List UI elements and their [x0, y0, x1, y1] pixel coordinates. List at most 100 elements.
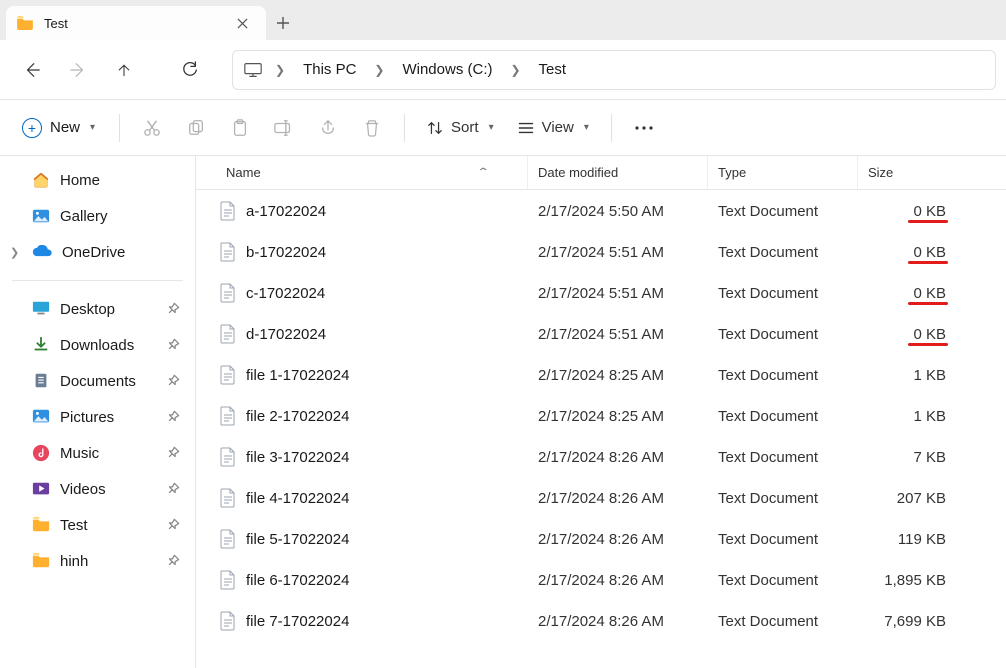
table-row[interactable]: file 7-170220242/17/2024 8:26 AMText Doc…: [196, 600, 1006, 641]
cut-button[interactable]: [132, 108, 172, 148]
chevron-right-icon[interactable]: ❯: [10, 246, 19, 259]
desktop-icon: [32, 300, 50, 318]
sidebar-item-documents[interactable]: Documents: [4, 363, 191, 399]
rename-button[interactable]: [264, 108, 304, 148]
sidebar-item-pictures[interactable]: Pictures: [4, 399, 191, 435]
annotation-underline: [908, 302, 948, 305]
table-row[interactable]: file 5-170220242/17/2024 8:26 AMText Doc…: [196, 518, 1006, 559]
file-name: file 5-17022024: [246, 531, 349, 548]
breadcrumb-test[interactable]: Test: [533, 57, 573, 82]
paste-button[interactable]: [220, 108, 260, 148]
column-name-label: Name: [226, 165, 261, 180]
column-size[interactable]: Size: [858, 156, 954, 189]
back-button[interactable]: [12, 50, 52, 90]
sidebar-item-test[interactable]: Test: [4, 507, 191, 543]
sidebar-item-label: Downloads: [60, 337, 134, 354]
documents-icon: [32, 372, 50, 390]
forward-button[interactable]: [58, 50, 98, 90]
sidebar-item-label: OneDrive: [62, 244, 125, 261]
file-list: Name ⌃ Date modified Type Size a-1702202…: [196, 156, 1006, 668]
tab-bar: Test: [0, 0, 1006, 40]
file-size: 119 KB: [858, 531, 954, 548]
annotation-underline: [908, 220, 948, 223]
downloads-icon: [32, 336, 50, 354]
sort-button[interactable]: Sort ▾: [417, 113, 504, 142]
sidebar-item-gallery[interactable]: Gallery: [4, 198, 191, 234]
pin-icon: [165, 409, 182, 426]
breadcrumb-this-pc[interactable]: This PC: [297, 57, 362, 82]
refresh-button[interactable]: [170, 50, 210, 90]
tab-test[interactable]: Test: [6, 6, 266, 40]
file-type: Text Document: [708, 531, 858, 548]
file-date: 2/17/2024 8:26 AM: [528, 613, 708, 630]
more-button[interactable]: [624, 108, 664, 148]
up-button[interactable]: [104, 50, 144, 90]
file-type: Text Document: [708, 449, 858, 466]
file-type: Text Document: [708, 613, 858, 630]
copy-button[interactable]: [176, 108, 216, 148]
file-size: 207 KB: [858, 490, 954, 507]
file-type: Text Document: [708, 285, 858, 302]
close-icon[interactable]: [230, 11, 254, 35]
table-row[interactable]: file 2-170220242/17/2024 8:25 AMText Doc…: [196, 395, 1006, 436]
column-type-label: Type: [718, 165, 746, 180]
file-type: Text Document: [708, 490, 858, 507]
new-tab-button[interactable]: [266, 6, 300, 40]
pin-icon: [165, 481, 182, 498]
file-name: file 2-17022024: [246, 408, 349, 425]
folder-icon: [16, 16, 34, 30]
toolbar: + New ▾ Sort ▾ View ▾: [0, 100, 1006, 156]
separator: [404, 114, 405, 142]
table-row[interactable]: d-170220242/17/2024 5:51 AMText Document…: [196, 313, 1006, 354]
new-button[interactable]: + New ▾: [10, 112, 107, 144]
annotation-underline: [908, 261, 948, 264]
breadcrumb-drive-c[interactable]: Windows (C:): [396, 57, 498, 82]
view-button[interactable]: View ▾: [508, 113, 599, 142]
file-icon: [220, 201, 236, 221]
delete-button[interactable]: [352, 108, 392, 148]
pin-icon: [165, 337, 182, 354]
file-size: 0 KB: [858, 203, 954, 220]
file-icon: [220, 529, 236, 549]
separator: [12, 280, 183, 281]
column-name[interactable]: Name ⌃: [196, 156, 528, 189]
file-date: 2/17/2024 5:51 AM: [528, 326, 708, 343]
sidebar-item-videos[interactable]: Videos: [4, 471, 191, 507]
sidebar: Home Gallery ❯ OneDrive Desktop Downloads…: [0, 156, 196, 668]
column-date[interactable]: Date modified: [528, 156, 708, 189]
file-size: 1 KB: [858, 367, 954, 384]
sidebar-item-hinh[interactable]: hinh: [4, 543, 191, 579]
column-size-label: Size: [868, 165, 893, 180]
table-row[interactable]: c-170220242/17/2024 5:51 AMText Document…: [196, 272, 1006, 313]
sidebar-item-downloads[interactable]: Downloads: [4, 327, 191, 363]
address-bar[interactable]: ❯ This PC ❯ Windows (C:) ❯ Test: [232, 50, 996, 90]
sidebar-item-label: Home: [60, 172, 100, 189]
file-size: 7,699 KB: [858, 613, 954, 630]
sidebar-item-onedrive[interactable]: ❯ OneDrive: [4, 234, 191, 270]
share-button[interactable]: [308, 108, 348, 148]
sidebar-item-label: hinh: [60, 553, 88, 570]
folder-icon: [32, 552, 50, 570]
table-row[interactable]: file 3-170220242/17/2024 8:26 AMText Doc…: [196, 436, 1006, 477]
table-row[interactable]: file 6-170220242/17/2024 8:26 AMText Doc…: [196, 559, 1006, 600]
gallery-icon: [32, 208, 50, 224]
sidebar-item-desktop[interactable]: Desktop: [4, 291, 191, 327]
file-name: d-17022024: [246, 326, 326, 343]
file-date: 2/17/2024 8:26 AM: [528, 449, 708, 466]
file-date: 2/17/2024 8:25 AM: [528, 367, 708, 384]
table-row[interactable]: file 1-170220242/17/2024 8:25 AMText Doc…: [196, 354, 1006, 395]
onedrive-icon: [32, 245, 52, 259]
file-size: 0 KB: [858, 285, 954, 302]
file-size: 1,895 KB: [858, 572, 954, 589]
separator: [611, 114, 612, 142]
tab-title: Test: [44, 16, 220, 31]
sort-asc-icon: ⌃: [476, 167, 489, 178]
table-row[interactable]: file 4-170220242/17/2024 8:26 AMText Doc…: [196, 477, 1006, 518]
column-type[interactable]: Type: [708, 156, 858, 189]
table-row[interactable]: a-170220242/17/2024 5:50 AMText Document…: [196, 190, 1006, 231]
table-row[interactable]: b-170220242/17/2024 5:51 AMText Document…: [196, 231, 1006, 272]
music-icon: [32, 444, 50, 462]
sidebar-item-music[interactable]: Music: [4, 435, 191, 471]
sidebar-item-home[interactable]: Home: [4, 162, 191, 198]
folder-icon: [32, 516, 50, 534]
